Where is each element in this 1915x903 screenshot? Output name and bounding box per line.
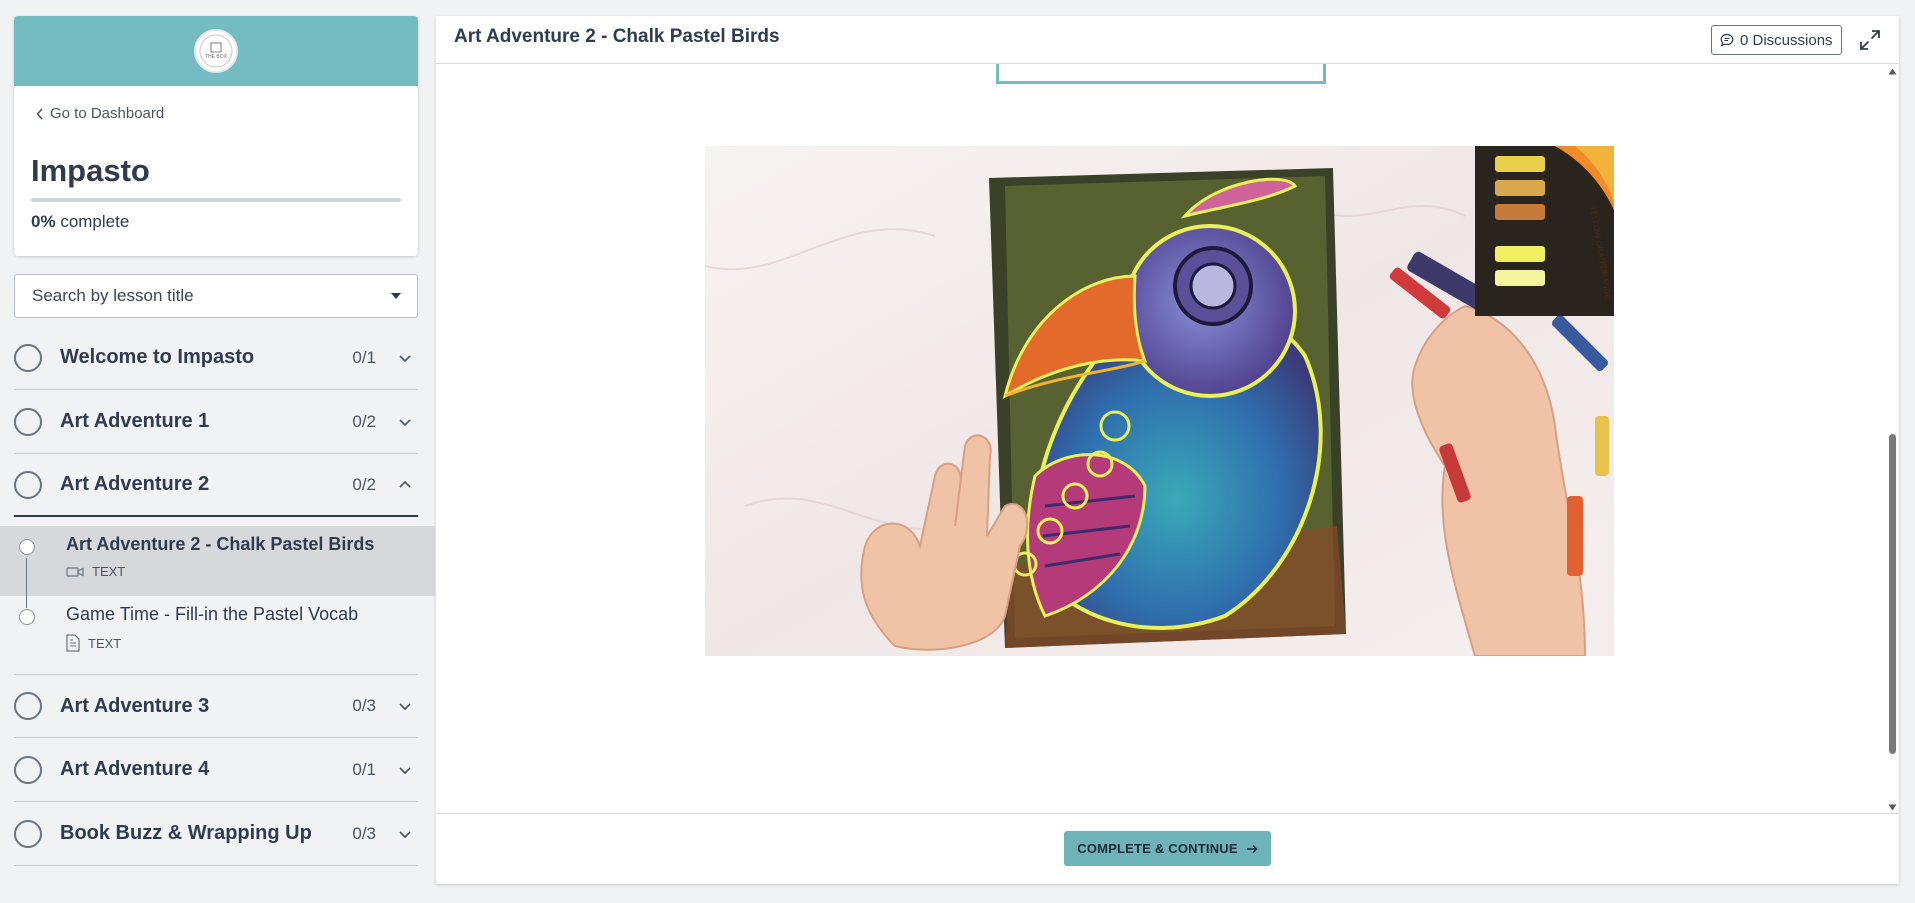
lesson-search-select[interactable]: Search by lesson title (14, 274, 418, 318)
section-count: 0/1 (352, 347, 376, 367)
section-title: Book Buzz & Wrapping Up (60, 822, 312, 844)
complete-and-continue-button[interactable]: COMPLETE & CONTINUE (1064, 831, 1271, 866)
section-title: Art Adventure 2 (60, 473, 210, 495)
comment-icon (1720, 33, 1734, 47)
go-to-dashboard-label: Go to Dashboard (50, 105, 165, 122)
discussions-label: 0 Discussions (1740, 31, 1833, 49)
section-title: Art Adventure 4 (60, 758, 210, 780)
course-logo: THE BOX (194, 29, 238, 73)
course-progress-text: 0% complete (31, 212, 129, 232)
lesson-content: YELLOW ORANGE ORANGE (436, 64, 1886, 814)
lesson-panel: Art Adventure 2 - Chalk Pastel Birds 0 D… (436, 16, 1899, 884)
lesson-item-chalk-pastel-birds[interactable]: Art Adventure 2 - Chalk Pastel Birds TEX… (0, 526, 435, 596)
course-card: THE BOX Go to Dashboard Impasto 0% compl… (14, 16, 418, 256)
chevron-up-icon (399, 480, 411, 488)
lesson-status-icon (19, 609, 35, 625)
section-count: 0/2 (352, 474, 376, 494)
chevron-down-icon (399, 354, 411, 362)
lesson-type: TEXT (66, 634, 121, 652)
lesson-header: Art Adventure 2 - Chalk Pastel Birds 0 D… (436, 16, 1899, 64)
lesson-title-heading: Art Adventure 2 - Chalk Pastel Birds (454, 26, 780, 47)
lesson-title: Game Time - Fill-in the Pastel Vocab (66, 604, 359, 624)
chevron-down-icon (399, 418, 411, 426)
lesson-search-placeholder: Search by lesson title (32, 286, 194, 305)
lesson-type-label: TEXT (88, 635, 122, 651)
embedded-frame-bottom (996, 64, 1326, 84)
lesson-item-fill-in-pastel-vocab[interactable]: Game Time - Fill-in the Pastel Vocab TEX… (0, 596, 435, 666)
complete-and-continue-label: COMPLETE & CONTINUE (1077, 841, 1238, 856)
section-title: Art Adventure 1 (60, 410, 210, 432)
video-icon (66, 566, 84, 577)
arrow-right-icon (1246, 844, 1258, 853)
section-book-buzz-wrapping-up[interactable]: Book Buzz & Wrapping Up 0/3 (14, 802, 418, 866)
section-welcome-to-impasto[interactable]: Welcome to Impasto 0/1 (14, 326, 418, 390)
content-scrollbar[interactable] (1886, 64, 1899, 814)
chevron-down-icon (399, 830, 411, 838)
go-to-dashboard-link[interactable]: Go to Dashboard (36, 105, 164, 122)
lesson-status-icon (19, 539, 35, 555)
course-title: Impasto (31, 153, 150, 188)
scroll-up-arrow-icon[interactable] (1888, 68, 1897, 75)
chevron-down-icon (399, 766, 411, 774)
section-title: Art Adventure 3 (60, 694, 210, 717)
chevron-down-icon (399, 703, 411, 711)
section-count: 0/3 (352, 696, 376, 715)
lesson-type: TEXT (66, 564, 125, 579)
section-status-icon (14, 755, 42, 784)
section-status-icon (14, 407, 42, 436)
section-art-adventure-1[interactable]: Art Adventure 1 0/2 (14, 390, 418, 454)
progress-complete-label: complete (60, 212, 130, 231)
scroll-down-arrow-icon[interactable] (1888, 804, 1897, 811)
section-art-adventure-3[interactable]: Art Adventure 3 0/3 (14, 674, 418, 738)
document-icon (66, 634, 80, 652)
lesson-image-chalk-pastel-toucan: YELLOW ORANGE ORANGE (705, 146, 1614, 656)
section-art-adventure-2[interactable]: Art Adventure 2 0/2 (14, 454, 418, 517)
lesson-title: Art Adventure 2 - Chalk Pastel Birds (66, 534, 375, 554)
section-title: Welcome to Impasto (60, 346, 255, 368)
progress-percent: 0% (31, 212, 56, 231)
lesson-type-label: TEXT (92, 564, 126, 579)
lesson-footer: COMPLETE & CONTINUE (436, 813, 1899, 884)
section-status-icon (14, 819, 42, 848)
section-count: 0/2 (352, 411, 376, 431)
discussions-button[interactable]: 0 Discussions (1711, 25, 1842, 55)
svg-text:THE BOX: THE BOX (205, 54, 228, 60)
scrollbar-thumb[interactable] (1889, 434, 1896, 754)
section-art-adventure-4[interactable]: Art Adventure 4 0/1 (14, 738, 418, 802)
course-banner: THE BOX (14, 16, 418, 86)
chevron-left-icon (36, 107, 43, 120)
section-count: 0/3 (352, 823, 376, 843)
section-status-icon (14, 343, 42, 372)
expand-icon[interactable] (1858, 28, 1882, 52)
section-status-icon (14, 470, 42, 499)
section-status-icon (14, 692, 42, 720)
section-count: 0/1 (352, 759, 376, 779)
caret-down-icon (391, 293, 401, 299)
course-progress-bar (31, 198, 401, 202)
